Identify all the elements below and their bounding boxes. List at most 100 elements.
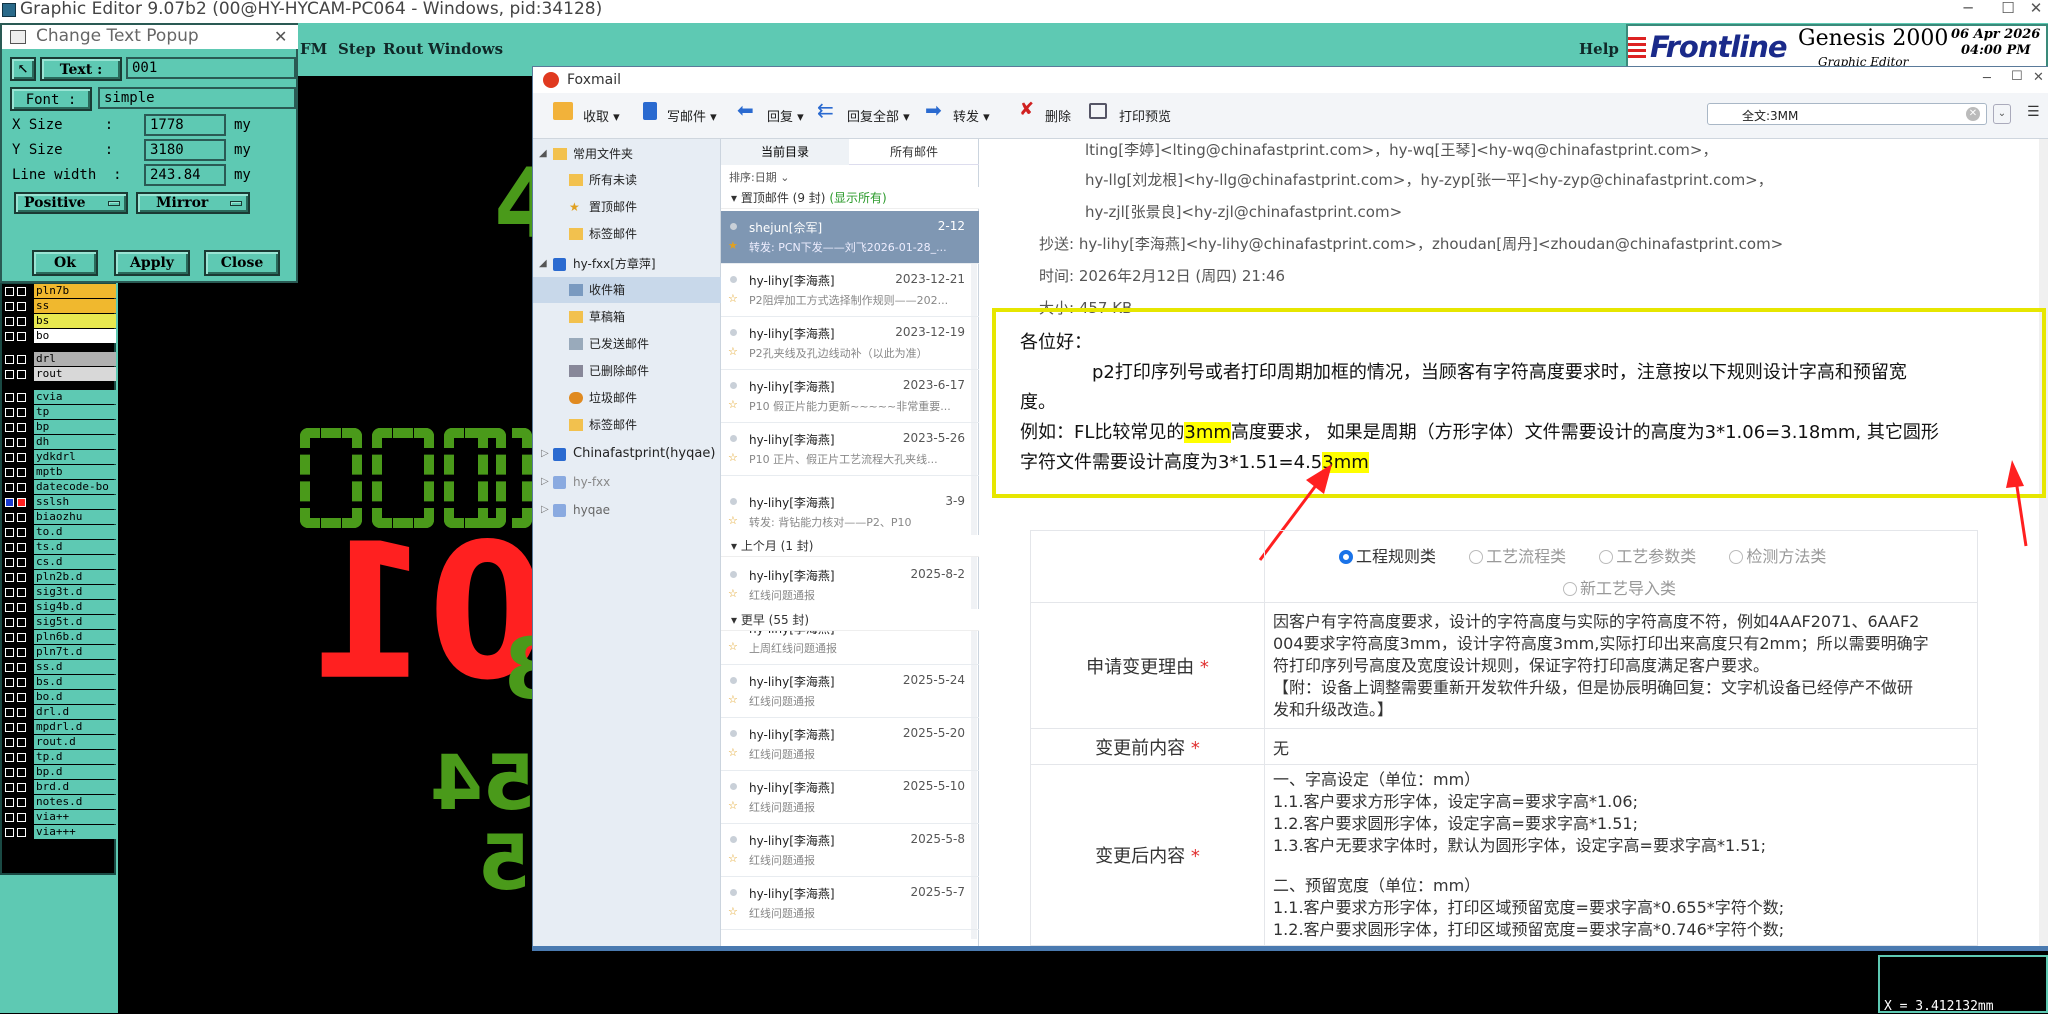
layer-row[interactable]: to.d	[2, 525, 118, 540]
folder-item-sent[interactable]: 已发送邮件	[533, 331, 721, 357]
layer-row[interactable]: biaozhu	[2, 510, 118, 525]
tab-current-folder[interactable]: 当前目录	[721, 139, 849, 165]
star-icon[interactable]: ☆	[728, 514, 738, 527]
layer-row[interactable]: mptb	[2, 465, 118, 480]
layer-row[interactable]: dh	[2, 435, 118, 450]
search-options-icon[interactable]: ⌄	[1993, 104, 2011, 124]
layer-row[interactable]: sslsh	[2, 495, 118, 510]
layer-checkbox[interactable]	[5, 355, 14, 364]
layer-checkbox[interactable]	[5, 618, 14, 627]
layer-select-box[interactable]	[17, 783, 26, 792]
layer-checkbox[interactable]	[5, 648, 14, 657]
layer-row[interactable]: pln2b.d	[2, 570, 118, 585]
layer-checkbox[interactable]	[5, 370, 14, 379]
layer-select-box[interactable]	[17, 558, 26, 567]
layer-checkbox[interactable]	[5, 663, 14, 672]
star-icon[interactable]: ☆	[728, 398, 738, 411]
message-row[interactable]: hy-lihy[李海燕] 2025-5-24 ☆ 红线问题通报	[721, 665, 979, 718]
folder-item-account-hy-fxx-2[interactable]: ▷ hy-fxx	[533, 469, 721, 495]
star-icon[interactable]: ☆	[728, 451, 738, 464]
star-icon[interactable]: ☆	[728, 292, 738, 305]
layer-row[interactable]: pln7t.d	[2, 645, 118, 660]
layer-checkbox[interactable]	[5, 588, 14, 597]
layer-row[interactable]: cvia	[2, 390, 118, 405]
layer-select-box[interactable]	[17, 498, 26, 507]
close-icon[interactable]: ✕	[2024, 0, 2048, 18]
layer-checkbox[interactable]	[5, 317, 14, 326]
layer-checkbox[interactable]	[5, 302, 14, 311]
layer-row[interactable]: datecode-bo	[2, 480, 118, 495]
reply-all-button[interactable]: 回复全部 ▾	[847, 106, 910, 125]
layer-checkbox[interactable]	[5, 423, 14, 432]
menu-icon[interactable]: ☰	[2027, 104, 2040, 120]
sort-dropdown[interactable]: 排序:日期 ⌄	[729, 169, 789, 185]
layer-row[interactable]: notes.d	[2, 795, 118, 810]
layer-select-box[interactable]	[17, 693, 26, 702]
layer-checkbox[interactable]	[5, 332, 14, 341]
receive-button[interactable]: 收取 ▾	[583, 106, 620, 125]
menu-rout[interactable]: Rout	[383, 40, 423, 58]
layer-select-box[interactable]	[17, 370, 26, 379]
layer-select-box[interactable]	[17, 753, 26, 762]
layer-select-box[interactable]	[17, 355, 26, 364]
layer-checkbox[interactable]	[5, 453, 14, 462]
layer-select-box[interactable]	[17, 543, 26, 552]
layer-select-box[interactable]	[17, 408, 26, 417]
group-pinned[interactable]: ▾ 置顶邮件 (9 封) (显示所有)	[721, 187, 979, 209]
layer-row[interactable]: tp	[2, 405, 118, 420]
layer-row[interactable]: bs	[2, 314, 118, 329]
folder-item-unread[interactable]: 所有未读	[533, 167, 721, 193]
layer-select-box[interactable]	[17, 603, 26, 612]
print-preview-button[interactable]: 打印预览	[1119, 106, 1171, 125]
layer-select-box[interactable]	[17, 423, 26, 432]
folder-item-drafts[interactable]: 草稿箱	[533, 304, 721, 330]
layer-row[interactable]: pln6b.d	[2, 630, 118, 645]
menu-step[interactable]: Step	[338, 40, 376, 58]
layer-checkbox[interactable]	[5, 693, 14, 702]
folder-item-tagged[interactable]: 标签邮件	[533, 221, 721, 247]
layer-select-box[interactable]	[17, 573, 26, 582]
font-input[interactable]: simple	[98, 87, 296, 109]
layer-row[interactable]: mpdrl.d	[2, 720, 118, 735]
layer-select-box[interactable]	[17, 663, 26, 672]
layer-select-box[interactable]	[17, 438, 26, 447]
popup-close-icon[interactable]: ✕	[274, 27, 287, 46]
star-icon[interactable]: ☆	[728, 640, 738, 653]
layer-checkbox[interactable]	[5, 287, 14, 296]
layer-checkbox[interactable]	[5, 468, 14, 477]
star-icon[interactable]: ★	[728, 239, 738, 252]
line-width-input[interactable]: 243.84	[144, 164, 226, 186]
layer-row[interactable]: ss	[2, 299, 118, 314]
layer-checkbox[interactable]	[5, 798, 14, 807]
layer-checkbox[interactable]	[5, 753, 14, 762]
layer-checkbox[interactable]	[5, 498, 14, 507]
layer-select-box[interactable]	[17, 678, 26, 687]
clear-search-icon[interactable]: ✕	[1966, 107, 1980, 121]
reply-button[interactable]: 回复 ▾	[767, 106, 804, 125]
layer-row[interactable]: via+++	[2, 825, 118, 840]
layer-row[interactable]: bs.d	[2, 675, 118, 690]
layer-select-box[interactable]	[17, 393, 26, 402]
layer-row[interactable]: rout	[2, 367, 118, 382]
layer-row[interactable]: pln7b	[2, 284, 118, 299]
ok-button[interactable]: Ok	[32, 250, 98, 276]
delete-button[interactable]: 删除	[1045, 106, 1071, 125]
layer-row[interactable]: bo.d	[2, 690, 118, 705]
radio-process-flow[interactable]: 工艺流程类	[1469, 547, 1566, 566]
layer-checkbox[interactable]	[5, 573, 14, 582]
menu-fm[interactable]: FM	[300, 40, 327, 58]
layer-checkbox[interactable]	[5, 558, 14, 567]
message-row[interactable]: hy-lihy[李海燕] 2023-6-17 ☆ P10 假正片能力更新~~~~~非常…	[721, 370, 979, 423]
layer-row[interactable]: bp.d	[2, 765, 118, 780]
layer-select-box[interactable]	[17, 483, 26, 492]
folder-item-pinned[interactable]: ★ 置顶邮件	[533, 194, 721, 220]
layer-select-box[interactable]	[17, 513, 26, 522]
radio-new-process[interactable]: 新工艺导入类	[1563, 579, 1676, 598]
layer-select-box[interactable]	[17, 723, 26, 732]
folder-item-account-hyqae[interactable]: ▷ hyqae	[533, 497, 721, 523]
layer-row[interactable]: tp.d	[2, 750, 118, 765]
search-input[interactable]: 全文:3MM ✕	[1707, 103, 1987, 125]
message-row[interactable]: hy-lihy[李海燕] 2023-12-21 ☆ P2阻焊加工方式选择制作规则——2…	[721, 264, 979, 317]
layer-select-box[interactable]	[17, 317, 26, 326]
font-label-button[interactable]: Font :	[10, 87, 92, 111]
